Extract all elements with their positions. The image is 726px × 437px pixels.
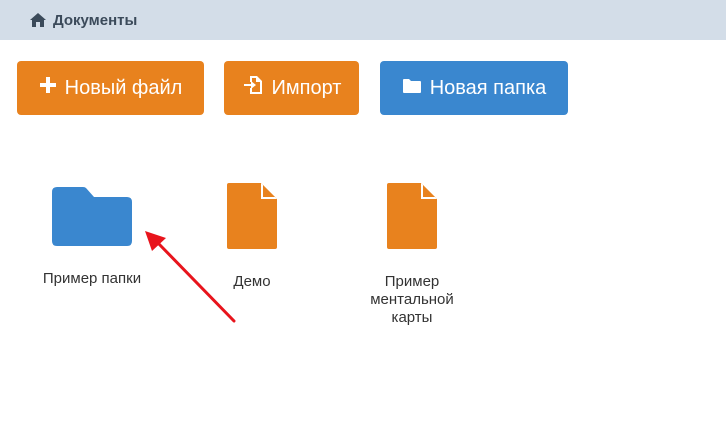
new-folder-button[interactable]: Новая папка [380, 61, 568, 115]
new-folder-label: Новая папка [429, 76, 547, 99]
folder-label: Пример папки [42, 270, 142, 287]
folder-icon [52, 183, 132, 252]
import-button[interactable]: Импорт [224, 61, 359, 115]
plus-icon [39, 76, 57, 100]
new-file-label: Новый файл [64, 76, 183, 99]
breadcrumb-title[interactable]: Документы [53, 12, 137, 29]
breadcrumb: Документы [0, 0, 726, 40]
file-item[interactable]: Пример ментальной карты [352, 183, 472, 327]
file-item[interactable]: Демо [197, 183, 307, 291]
file-label-line: карты [391, 309, 433, 326]
import-label: Импорт [271, 76, 342, 99]
file-icon [387, 183, 437, 254]
home-icon[interactable] [29, 12, 47, 28]
file-label-line: ментальной [370, 291, 454, 308]
file-label: Пример ментальной карты [352, 273, 472, 327]
file-label: Демо [233, 273, 271, 290]
file-icon [227, 183, 277, 254]
folder-item[interactable]: Пример папки [22, 183, 162, 288]
file-label-line: Пример [384, 273, 440, 290]
import-icon [242, 74, 264, 102]
new-file-button[interactable]: Новый файл [17, 61, 204, 115]
folder-icon [402, 77, 422, 100]
